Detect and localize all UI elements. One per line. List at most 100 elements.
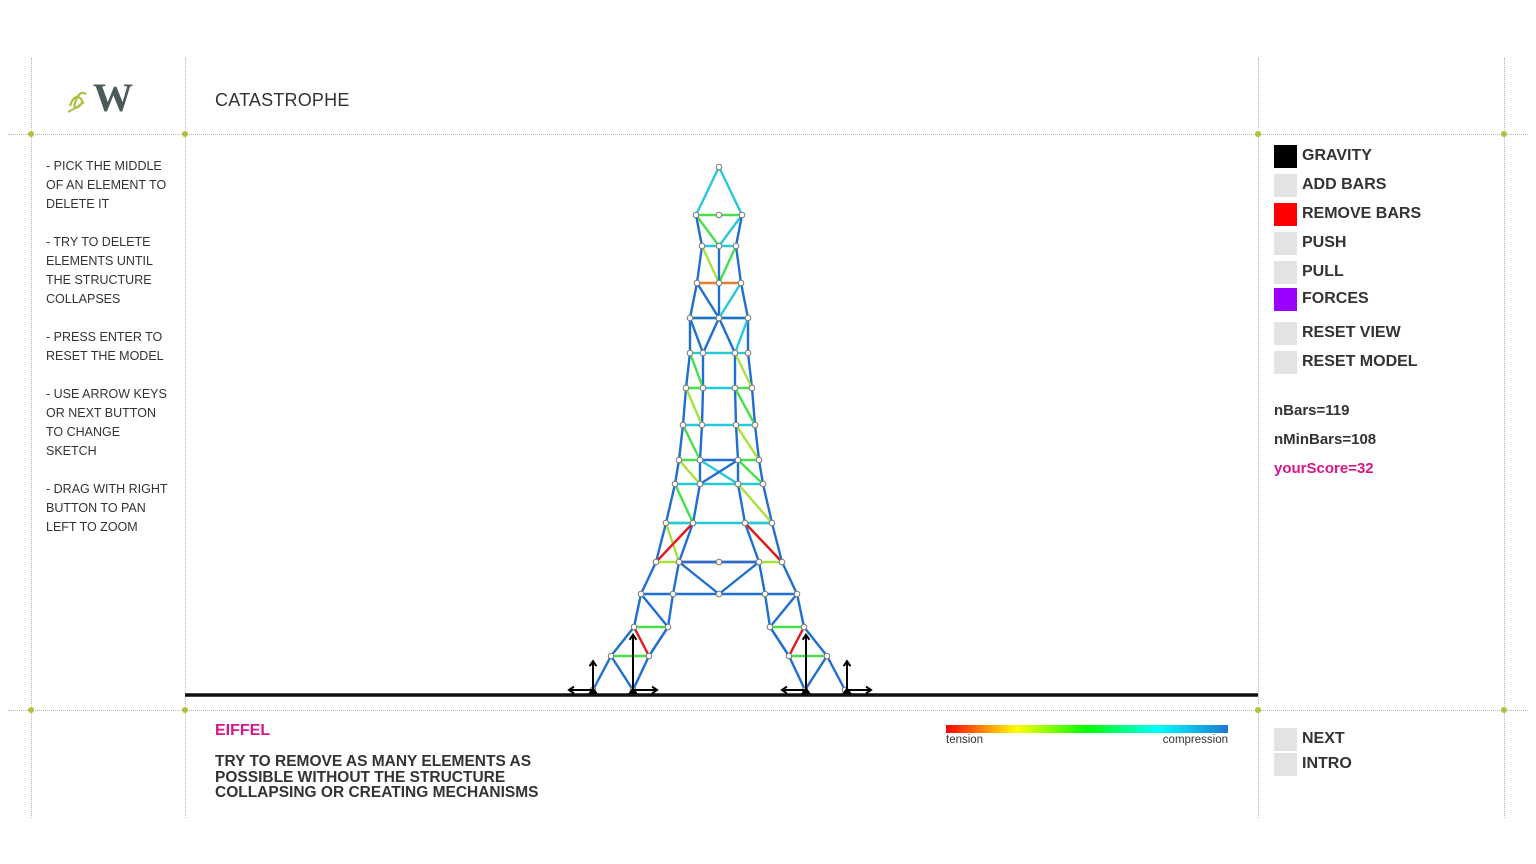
tower-bar[interactable] (673, 459, 681, 485)
tower-bar[interactable] (768, 626, 791, 657)
tower-bar[interactable] (803, 655, 829, 691)
tower-node (645, 652, 653, 660)
tower-bar[interactable] (734, 424, 740, 461)
tower-node (669, 590, 677, 598)
tower-bar[interactable] (631, 655, 651, 691)
tower-node (715, 242, 723, 250)
tower-node (679, 421, 687, 429)
tower-bar[interactable] (733, 387, 738, 426)
tower-node (761, 590, 769, 598)
tower-node (737, 279, 745, 287)
tower-node (698, 242, 706, 250)
tower-bar[interactable] (787, 626, 806, 657)
tower-node (698, 421, 706, 429)
tower-bar[interactable] (769, 593, 798, 628)
tower-bar[interactable] (717, 245, 738, 284)
tower-bar[interactable] (688, 282, 699, 319)
tower-bar[interactable] (673, 483, 695, 524)
structure-canvas[interactable] (0, 0, 1536, 864)
tower-bar[interactable] (734, 245, 743, 284)
tower-bar[interactable] (681, 424, 702, 461)
tower-bar[interactable] (763, 593, 772, 628)
tower-bar[interactable] (678, 459, 701, 485)
tower-node (715, 558, 723, 566)
tower-bar[interactable] (678, 561, 720, 595)
tower-node (637, 590, 645, 598)
tower-bar[interactable] (700, 245, 721, 284)
supports (567, 633, 873, 695)
tower-bar[interactable] (610, 626, 635, 657)
tower-node (693, 279, 701, 287)
tower-bar[interactable] (780, 561, 799, 595)
tower-node (675, 558, 683, 566)
tower-node (741, 519, 749, 527)
tower-bar[interactable] (639, 561, 658, 595)
tower-bar[interactable] (688, 317, 705, 354)
tower-nodes (589, 163, 849, 694)
tower-node (759, 480, 767, 488)
tower-node (768, 519, 776, 527)
tower-bar[interactable] (739, 282, 750, 319)
tower-node (778, 558, 786, 566)
tower-node (755, 558, 763, 566)
tower-bar[interactable] (688, 352, 705, 389)
tower-node (744, 314, 752, 322)
tower-bar[interactable] (695, 245, 704, 284)
tower-bar[interactable] (694, 166, 721, 216)
tower-bar[interactable] (664, 522, 681, 563)
tower-bar[interactable] (787, 655, 807, 691)
tower-bar[interactable] (666, 593, 675, 628)
tower-bar[interactable] (717, 282, 743, 319)
tower-bar[interactable] (701, 317, 721, 354)
tower-node (715, 314, 723, 322)
tower-bar[interactable] (684, 387, 704, 426)
tower-node (686, 349, 694, 357)
tower-node (671, 480, 679, 488)
tower-bar[interactable] (664, 483, 677, 524)
tower-node (734, 480, 742, 488)
tower-bar[interactable] (684, 352, 692, 389)
tower-bar[interactable] (632, 626, 651, 657)
tower-node (731, 384, 739, 392)
tower-bar[interactable] (609, 655, 635, 691)
tower-node (738, 211, 746, 219)
tower-node (751, 421, 759, 429)
tower-bar[interactable] (647, 626, 670, 657)
tower-bar[interactable] (757, 561, 767, 595)
tower-bar[interactable] (733, 317, 750, 354)
tower-node (607, 652, 615, 660)
tower-bar[interactable] (691, 483, 702, 524)
tower-node (732, 421, 740, 429)
tower-bar[interactable] (698, 424, 704, 461)
tower-bar[interactable] (591, 655, 613, 691)
tower-node (675, 456, 683, 464)
tower-node (692, 211, 700, 219)
tower-node (715, 211, 723, 219)
tower-bar[interactable] (717, 317, 737, 354)
tower-bar[interactable] (695, 282, 721, 319)
tower-node (715, 590, 723, 598)
tower-bar[interactable] (717, 166, 744, 216)
tower-node (793, 590, 801, 598)
tower-node (731, 349, 739, 357)
tower-node (630, 623, 638, 631)
tower-node (696, 480, 704, 488)
tower-bar[interactable] (825, 655, 847, 691)
tower-bar[interactable] (671, 561, 681, 595)
tower-bar[interactable] (677, 424, 685, 461)
tower-bar[interactable] (803, 626, 828, 657)
tower-node (734, 456, 742, 464)
tower-node (823, 652, 831, 660)
tower-bar[interactable] (640, 593, 669, 628)
tower-bar[interactable] (681, 387, 688, 426)
tower-node (800, 623, 808, 631)
tower-bar[interactable] (700, 387, 705, 426)
tower-bar[interactable] (718, 561, 760, 595)
tower-node (682, 384, 690, 392)
tower-bar[interactable] (795, 593, 806, 628)
tower-node (699, 349, 707, 357)
tower-node (715, 163, 723, 171)
tower-bar[interactable] (632, 593, 643, 628)
tower-node (689, 519, 697, 527)
tower-node (766, 623, 774, 631)
